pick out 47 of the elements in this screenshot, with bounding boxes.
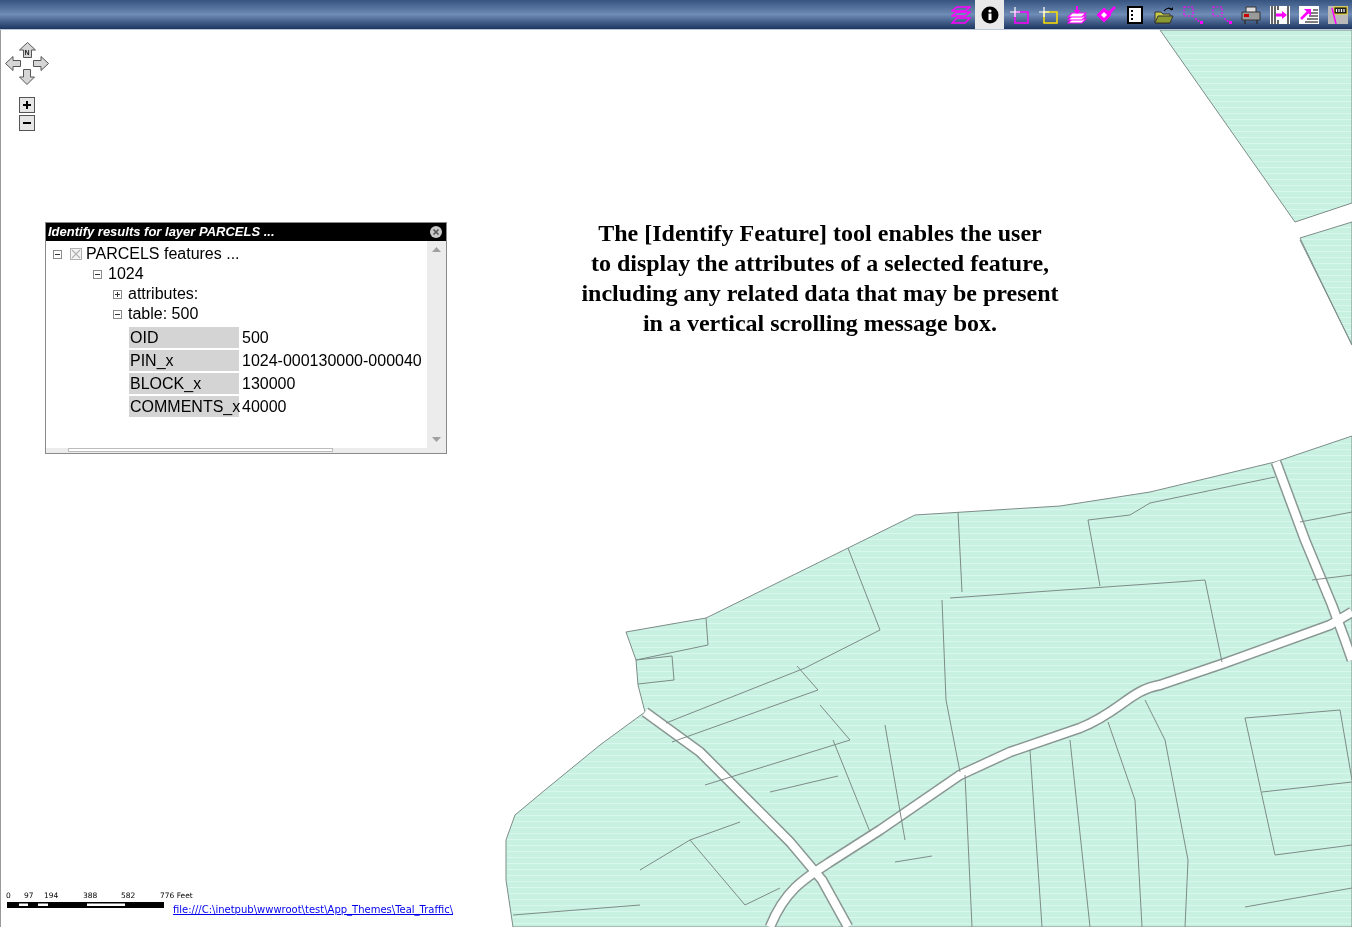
minus-box-icon[interactable] xyxy=(113,309,122,319)
down-arrow-icon xyxy=(19,69,35,85)
field-value: 500 xyxy=(242,328,269,348)
file-path-link[interactable]: file:///C:\inetpub\wwwroot\test\App_Themes\Teal_Traffic\ xyxy=(173,904,454,916)
tree-item-label[interactable]: table: 500 xyxy=(128,304,199,324)
zoom-out-button[interactable] xyxy=(19,115,35,131)
layers-icon xyxy=(950,5,971,24)
stacked-sheets-arrow-icon xyxy=(1066,5,1087,24)
field-value: 130000 xyxy=(242,374,296,394)
left-arrow-icon xyxy=(5,56,21,72)
toolbar-button[interactable] xyxy=(975,0,1004,29)
minus-box-icon[interactable] xyxy=(93,269,102,279)
dotted-square-icon xyxy=(1211,5,1232,24)
tree-item-label[interactable]: attributes: xyxy=(128,284,199,304)
pan-west-button[interactable] xyxy=(5,56,21,71)
info-icon xyxy=(979,5,1000,24)
field-name-cell: PIN_x xyxy=(129,350,239,371)
folder-icon xyxy=(1153,5,1174,24)
close-icon[interactable] xyxy=(430,226,442,238)
sign-board-icon xyxy=(1327,5,1348,24)
tag-arrow-icon xyxy=(1095,5,1116,24)
x-box-icon xyxy=(70,248,82,260)
field-name-cell: COMMENTS_x xyxy=(129,396,239,417)
field-value: 1024-000130000-000040 xyxy=(242,351,422,371)
plus-box-icon[interactable] xyxy=(113,289,122,299)
crosshair-square-icon xyxy=(1008,5,1029,24)
right-arrow-icon xyxy=(33,56,49,72)
caption-text: The [Identify Feature] tool enables the user to display the attributes of a selected feature, including any related data that may be present in a vertical scrolling message box. xyxy=(580,219,1060,338)
field-value: 40000 xyxy=(242,397,287,417)
minus-box-icon[interactable] xyxy=(53,249,62,259)
crosshair-square-icon xyxy=(1037,5,1058,24)
printer-icon xyxy=(1240,5,1261,24)
tree-item-label[interactable]: 1024 xyxy=(108,264,144,284)
zoom-in-button[interactable] xyxy=(19,97,35,113)
pan-south-button[interactable] xyxy=(19,69,35,84)
plus-icon xyxy=(23,101,31,109)
pan-east-button[interactable] xyxy=(33,56,49,71)
lines-arrow-icon xyxy=(1269,5,1290,24)
horizontal-scrollbar[interactable] xyxy=(46,448,446,453)
list-page-icon xyxy=(1124,5,1145,24)
scrollbar-thumb[interactable] xyxy=(68,448,333,452)
panel-title: Identify results for layer PARCELS ... xyxy=(48,223,275,241)
minus-icon xyxy=(23,122,31,124)
tree-item-label[interactable]: PARCELS features ... xyxy=(86,244,240,264)
field-name-cell: BLOCK_x xyxy=(129,373,239,394)
field-name-cell: OID xyxy=(129,327,239,348)
dotted-square-icon xyxy=(1182,5,1203,24)
